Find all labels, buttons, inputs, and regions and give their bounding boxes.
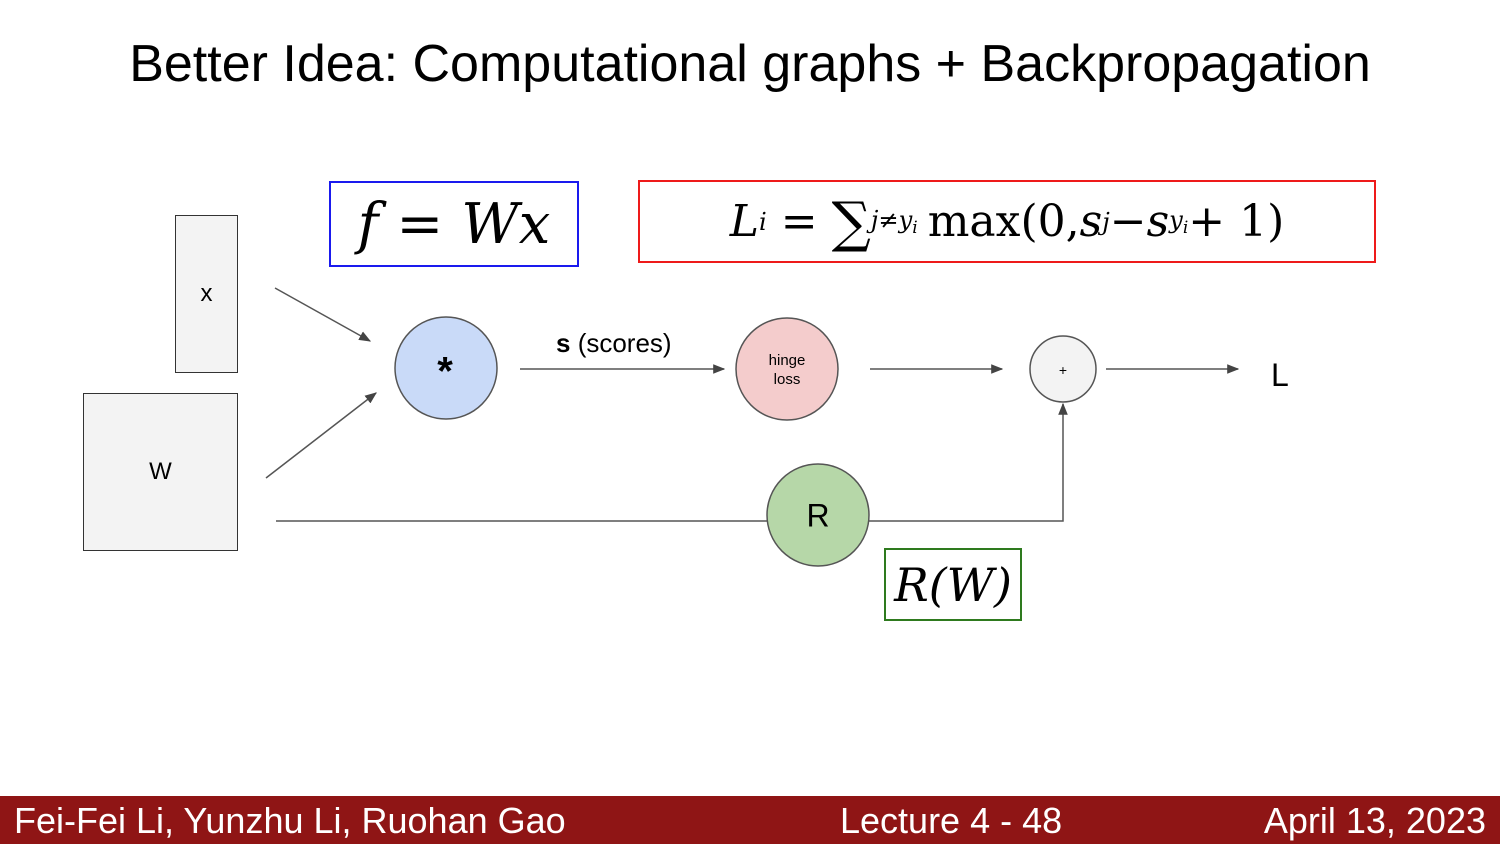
hinge-loss-node-label: hinge loss: [768, 352, 806, 388]
multiply-node-label: *: [437, 349, 453, 394]
add-node-label: +: [1058, 362, 1068, 378]
footer-date: April 13, 2023: [1263, 800, 1486, 841]
slide-footer: Fei-Fei Li, Yunzhu Li, Ruohan Gao Lectur…: [0, 796, 1500, 844]
scores-edge-label: s (scores): [556, 328, 672, 359]
edge-reg-to-add: [868, 402, 1068, 522]
scores-edge-label-s: s: [556, 328, 571, 358]
footer-authors: Fei-Fei Li, Yunzhu Li, Ruohan Gao: [14, 800, 566, 841]
scores-edge-label-rest: (scores): [570, 328, 672, 358]
edge-x-to-multiply: [274, 287, 372, 342]
regularization-node-label: R: [806, 497, 830, 534]
footer-lecture-number: Lecture 4 - 48: [840, 800, 1063, 841]
output-loss-label: L: [1271, 357, 1289, 393]
edge-w-to-multiply: [265, 392, 377, 479]
computational-graph: [265, 287, 1240, 567]
